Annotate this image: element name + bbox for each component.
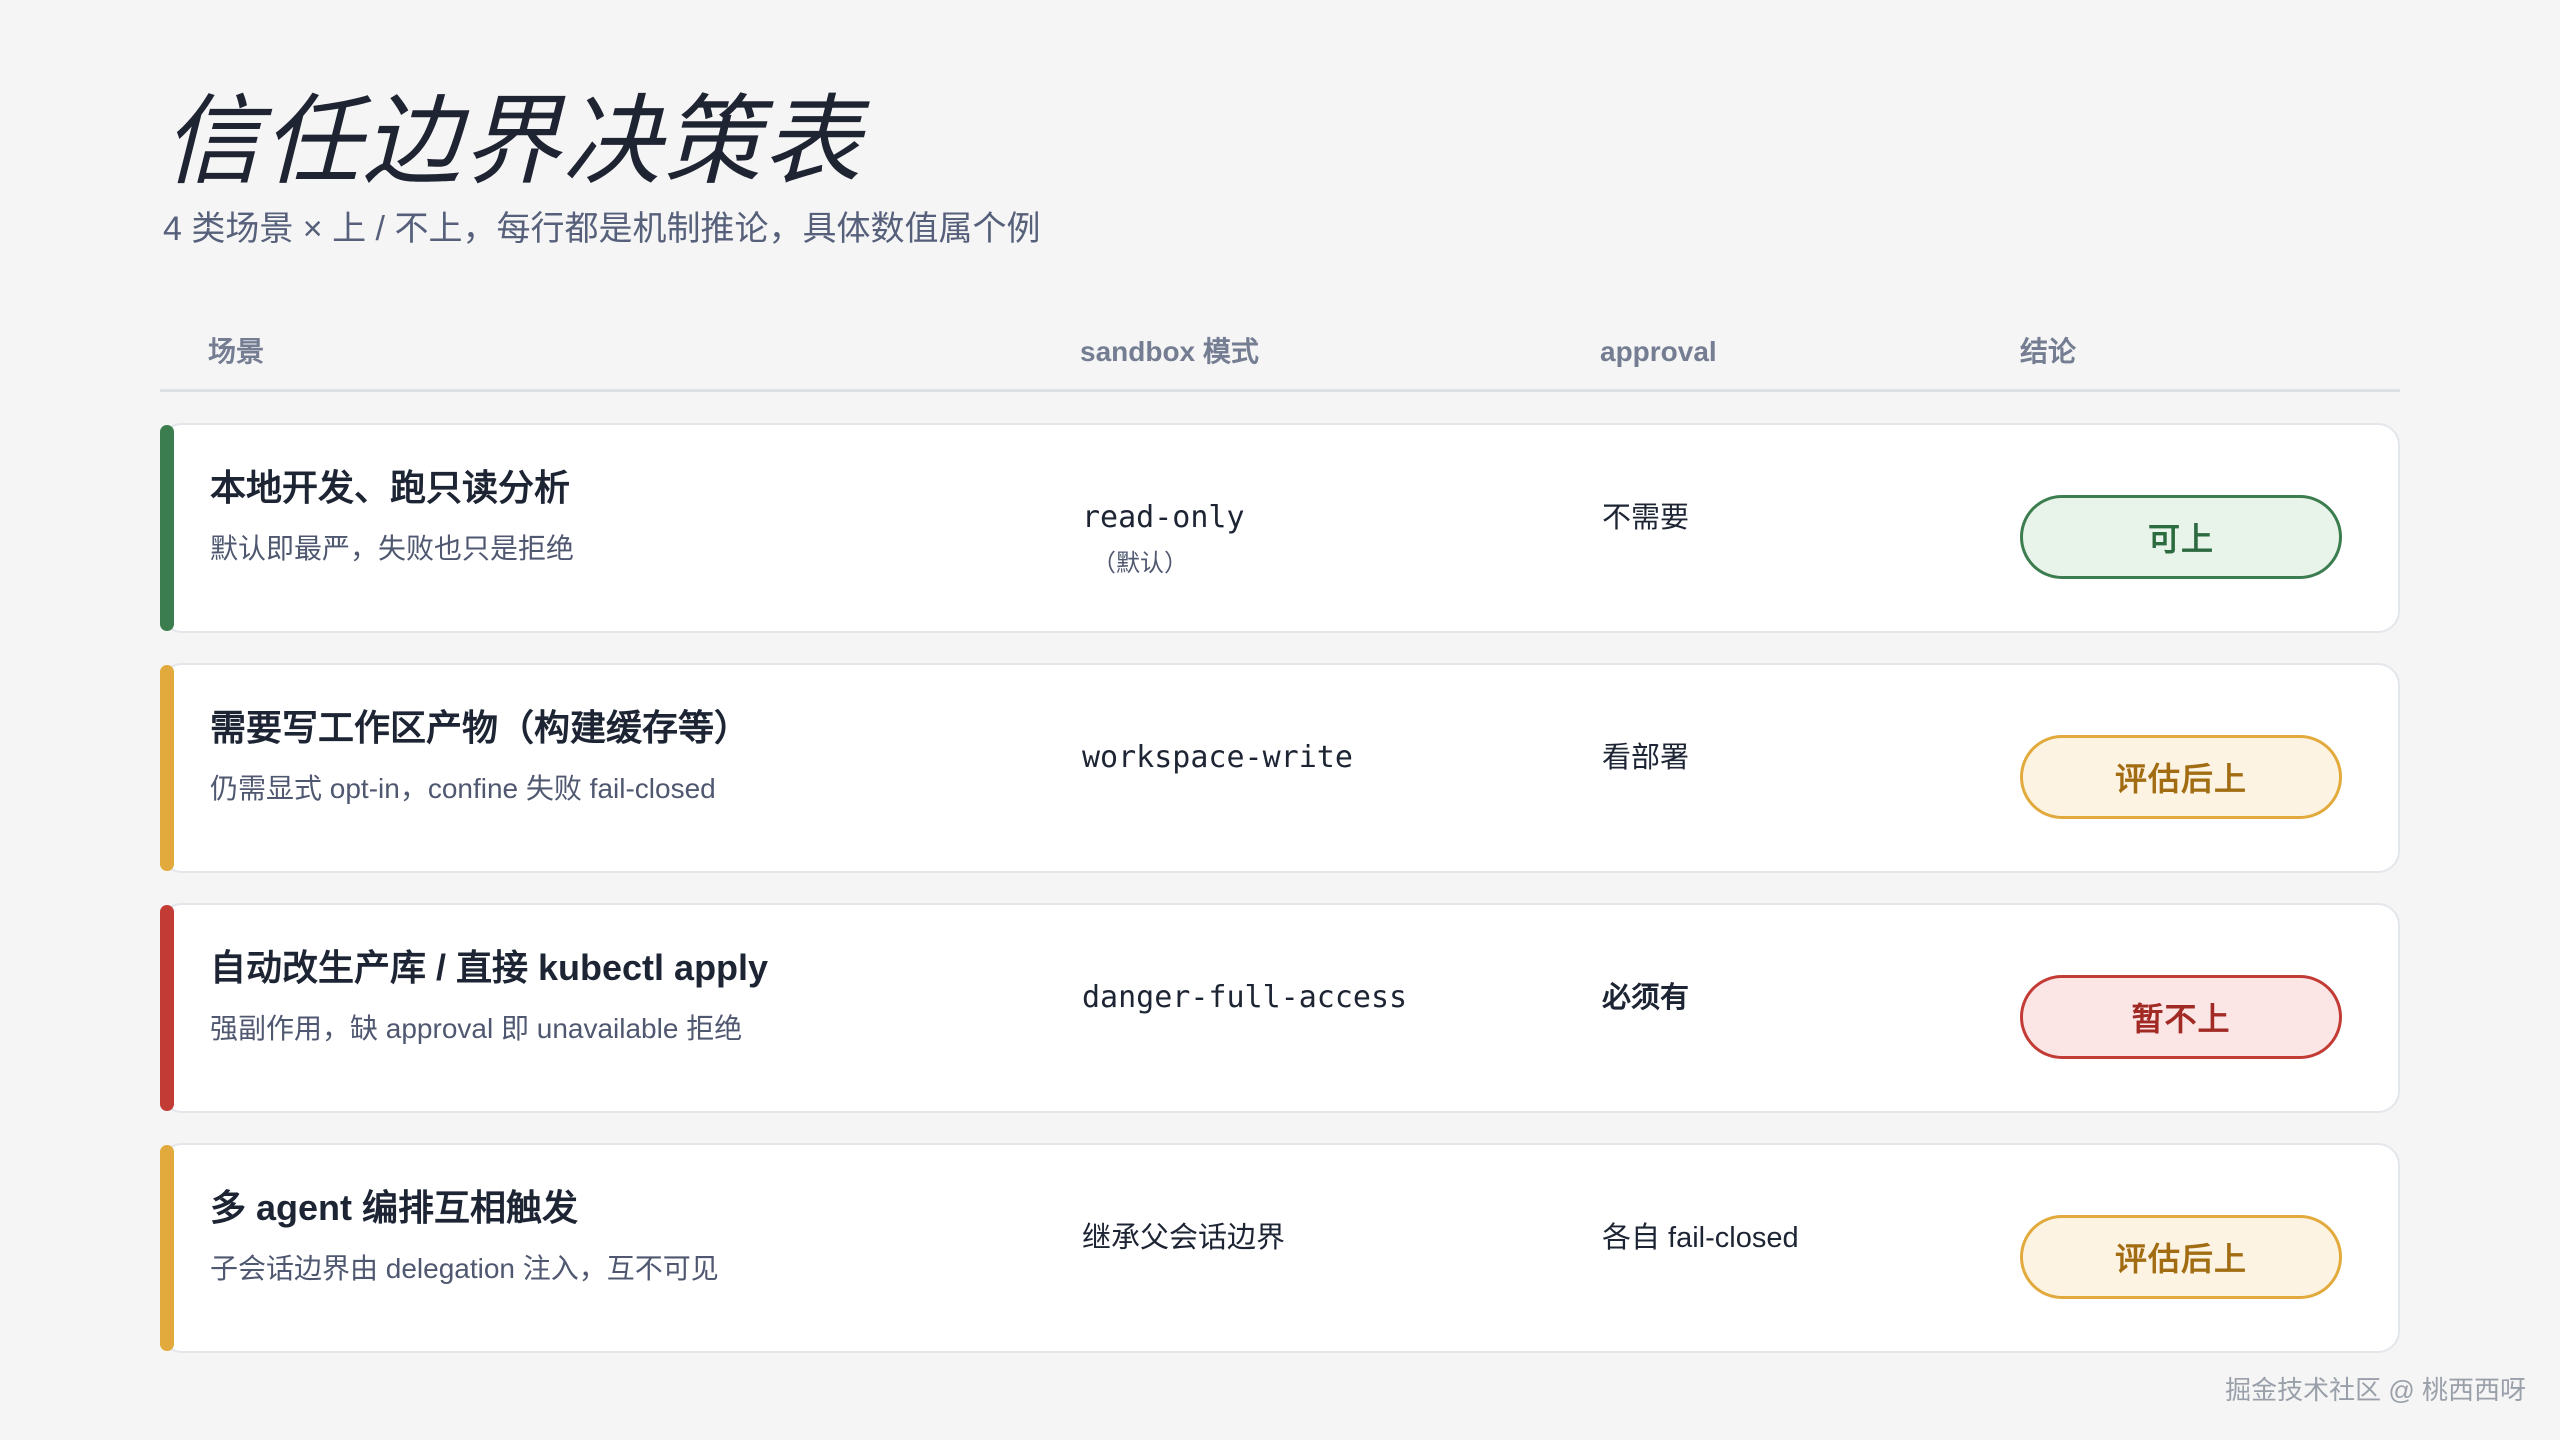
verdict-badge: 评估后上 [2020,735,2342,819]
scene-title: 需要写工作区产物（构建缓存等） [210,707,751,748]
verdict-badge: 暂不上 [2020,975,2342,1059]
approval-value: 必须有 [1602,982,1690,1014]
scene-title: 自动改生产库 / 直接 kubectl apply [210,947,769,988]
scene-title: 多 agent 编排互相触发 [210,1187,579,1228]
table-header: 场景 sandbox 模式 approval 结论 [160,320,2400,392]
sandbox-mode: danger-full-access [1082,980,1408,1015]
status-bar-red [160,905,174,1111]
verdict-badge: 可上 [2020,495,2342,579]
scene-title: 本地开发、跑只读分析 [210,467,571,508]
table-row: 需要写工作区产物（构建缓存等） 仍需显式 opt-in，confine 失败 f… [160,663,2400,873]
status-bar-green [160,425,174,631]
sandbox-mode: read-only [1082,500,1245,535]
column-header-scene: 场景 [208,336,265,367]
page: 信任边界决策表 4 类场景 × 上 / 不上，每行都是机制推论，具体数值属个例 … [0,0,2560,1440]
table-row: 多 agent 编排互相触发 子会话边界由 delegation 注入，互不可见… [160,1143,2400,1353]
column-header-sandbox: sandbox 模式 [1080,336,1259,367]
table-row: 自动改生产库 / 直接 kubectl apply 强副作用，缺 approva… [160,903,2400,1113]
status-bar-amber [160,665,174,871]
page-subtitle: 4 类场景 × 上 / 不上，每行都是机制推论，具体数值属个例 [163,210,1041,248]
scene-description: 强副作用，缺 approval 即 unavailable 拒绝 [210,1013,743,1044]
approval-value: 不需要 [1602,502,1690,534]
sandbox-mode-note: （默认） [1092,550,1188,577]
scene-description: 默认即最严，失败也只是拒绝 [210,533,575,564]
page-title: 信任边界决策表 [163,85,864,199]
verdict-badge: 评估后上 [2020,1215,2342,1299]
status-bar-amber [160,1145,174,1351]
approval-value: 看部署 [1602,742,1690,774]
scene-description: 子会话边界由 delegation 注入，互不可见 [210,1253,719,1284]
table-row: 本地开发、跑只读分析 默认即最严，失败也只是拒绝 read-only （默认） … [160,423,2400,633]
watermark: 掘金技术社区 @ 桃西西呀 [2225,1375,2526,1405]
scene-description: 仍需显式 opt-in，confine 失败 fail-closed [210,773,716,804]
approval-value: 各自 fail-closed [1602,1222,1799,1254]
sandbox-mode: 继承父会话边界 [1082,1222,1286,1254]
column-header-verdict: 结论 [2020,336,2077,367]
sandbox-mode: workspace-write [1082,740,1353,775]
column-header-approval: approval [1600,336,1717,367]
